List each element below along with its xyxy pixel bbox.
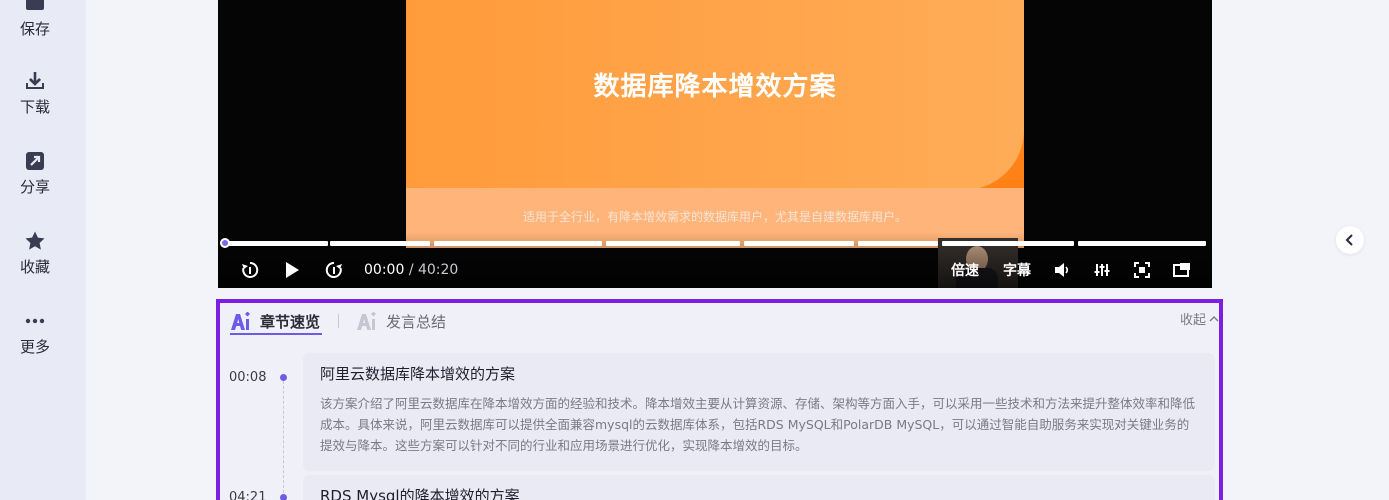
summary-panel: 章节速览 发言总结 收起 00:08 阿里云数据库降本增效的方案 该方案介绍了阿… [216, 299, 1223, 500]
volume-button[interactable] [1050, 258, 1074, 282]
chapter-timestamp[interactable]: 04:21 [229, 490, 266, 500]
ai-summary-icon [357, 311, 376, 330]
tab-speech-summary[interactable]: 发言总结 [356, 311, 446, 332]
ai-chapter-icon [231, 311, 250, 330]
chapter-card[interactable]: RDS Mysql的降本增效的方案 [303, 475, 1215, 500]
tab-label: 发言总结 [386, 313, 447, 331]
expand-panel-button[interactable] [1336, 226, 1364, 254]
slide-title: 数据库降本增效方案 [593, 72, 837, 102]
timeline-dot [280, 374, 287, 381]
sidebar-item-label: 更多 [19, 338, 50, 356]
sidebar-item-label: 收藏 [19, 258, 50, 276]
save-icon [26, 0, 44, 10]
progress-bar[interactable] [220, 238, 1208, 248]
progress-segment [224, 241, 328, 246]
subtitle-button[interactable]: 字幕 [1000, 258, 1034, 282]
more-icon [25, 318, 45, 324]
chevron-up-icon [1209, 315, 1219, 321]
sidebar-item-favorite[interactable]: 收藏 [0, 230, 70, 277]
share-icon [26, 152, 44, 170]
timeline-line [283, 381, 284, 493]
progress-segment [330, 241, 430, 246]
chapter-card[interactable]: 阿里云数据库降本增效的方案 该方案介绍了阿里云数据库在降本增效方面的经验和技术。… [303, 353, 1215, 471]
progress-segment [858, 241, 938, 246]
download-icon [26, 72, 44, 89]
equalizer-button[interactable] [1090, 258, 1114, 282]
collapse-label: 收起 [1179, 313, 1206, 328]
total-time: / 40:20 [408, 262, 459, 278]
timeline-dot [280, 494, 287, 500]
tab-label: 章节速览 [260, 313, 321, 331]
sidebar-item-label: 分享 [19, 178, 50, 196]
chapter-timestamp[interactable]: 00:08 [229, 370, 266, 385]
sidebar-item-download[interactable]: 下载 [0, 70, 70, 117]
sidebar-item-label: 保存 [19, 20, 50, 38]
forward-button[interactable] [322, 258, 346, 282]
forward-icon [325, 261, 342, 278]
sidebar-item-label: 下载 [19, 98, 50, 116]
progress-segment [606, 241, 740, 246]
slide-subtitle: 适用于全行业，有降本增效需求的数据库用户，尤其是自建数据库用户。 [522, 210, 907, 224]
chevron-left-icon [1345, 234, 1353, 246]
volume-icon [1055, 263, 1069, 277]
star-icon [25, 231, 45, 250]
video-slide: 数据库降本增效方案 适用于全行业，有降本增效需求的数据库用户，尤其是自建数据库用… [406, 0, 1024, 248]
progress-segment [744, 241, 854, 246]
tab-divider [338, 314, 339, 328]
fullscreen-button[interactable] [1130, 258, 1154, 282]
progress-knob[interactable] [220, 238, 230, 248]
play-icon [286, 262, 299, 278]
chapter-title: 阿里云数据库降本增效的方案 [320, 365, 516, 383]
speed-button[interactable]: 倍速 [948, 258, 982, 282]
sidebar-item-save[interactable]: 保存 [0, 0, 70, 39]
chapter-summary: 该方案介绍了阿里云数据库在降本增效方面的经验和技术。降本增效主要从计算资源、存储… [320, 396, 1196, 453]
video-player[interactable]: 数据库降本增效方案 适用于全行业，有降本增效需求的数据库用户，尤其是自建数据库用… [218, 0, 1212, 288]
equalizer-icon [1094, 264, 1110, 276]
fullscreen-icon [1134, 262, 1150, 278]
current-time: 00:00 [364, 262, 405, 278]
progress-segment [1078, 241, 1206, 246]
active-tab-indicator [230, 333, 322, 335]
sidebar-item-more[interactable]: 更多 [0, 310, 70, 357]
collapse-button[interactable]: 收起 [1180, 309, 1219, 328]
picture-in-picture-icon [1173, 263, 1190, 277]
sidebar: 保存 下载 分享 收藏 更多 [0, 0, 86, 500]
chapter-title: RDS Mysql的降本增效的方案 [320, 487, 520, 500]
rewind-icon [242, 261, 259, 278]
progress-segment [434, 241, 602, 246]
rewind-button[interactable] [238, 258, 262, 282]
progress-segment [942, 241, 1074, 246]
play-button[interactable] [280, 258, 304, 282]
time-display: 00:00 / 40:20 [364, 262, 458, 278]
tab-chapter-overview[interactable]: 章节速览 [230, 311, 320, 332]
pip-button[interactable] [1170, 258, 1194, 282]
sidebar-item-share[interactable]: 分享 [0, 150, 70, 197]
